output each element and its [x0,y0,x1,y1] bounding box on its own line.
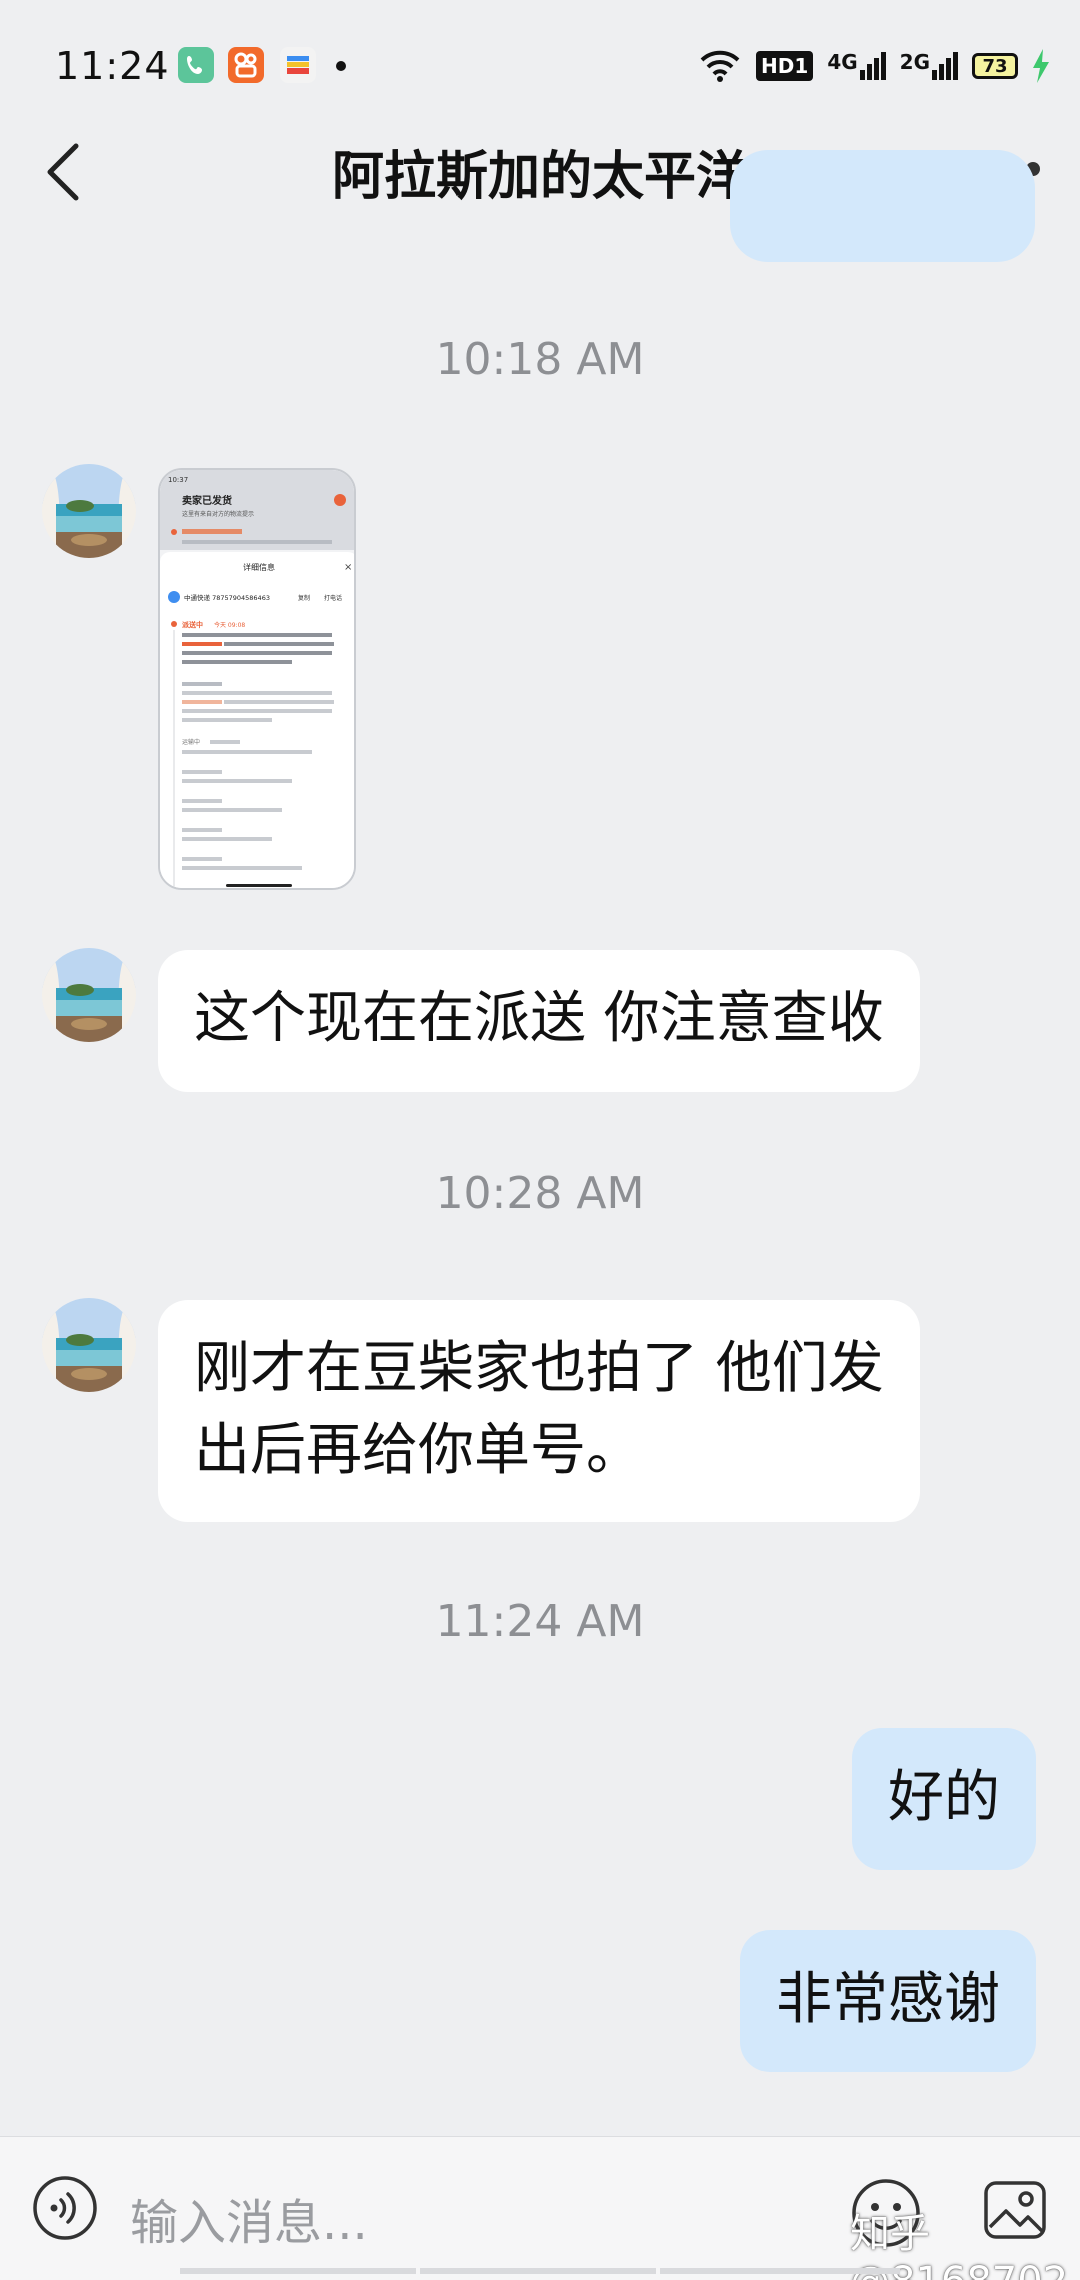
svg-text:×: × [344,562,352,573]
bottom-divider [180,2268,416,2274]
thumb-in-transit: 运输中 [182,738,200,746]
thumb-today-time: 今天 09:08 [214,621,245,629]
phone-app-icon [178,47,214,83]
battery-icon: 73 [972,53,1018,79]
message-input-bar: 输入消息... 知乎 @8168702 [0,2136,1080,2280]
thumb-status-sub: 这里有来自对方的物流提示 [182,510,254,518]
charging-icon [1033,49,1049,83]
thumb-call: 打电话 [324,594,342,602]
status-bar: 11:24 HD1 4G 2G 73 [0,0,1080,120]
thumb-delivering: 派送中 [182,620,203,629]
bottom-divider [420,2268,656,2274]
hd-badge: HD1 [756,51,814,81]
outgoing-message[interactable]: 非常感谢 [740,1930,1036,2072]
contact-avatar[interactable] [42,464,136,558]
message-text: 好的 [888,1765,1000,1830]
message-text-line: 刚才在豆柴家也拍了 他们发 [194,1336,884,1401]
message-text-line: 出后再给你单号。 [194,1418,642,1483]
signal-4g-icon: 4G [827,52,886,80]
message-timestamp: 11:24 AM [435,1596,645,1647]
thumb-status-title: 卖家已发货 [182,494,232,507]
message-timestamp: 10:28 AM [435,1168,645,1219]
message-timestamp: 10:18 AM [435,334,645,385]
wallet-app-icon [280,47,316,83]
incoming-message[interactable]: 这个现在在派送 你注意查收 [158,950,920,1092]
kuaishou-app-icon [228,47,264,83]
thumb-copy: 复制 [298,594,310,602]
status-time: 11:24 [55,44,170,88]
contact-avatar[interactable] [42,948,136,1042]
svg-text:10:37: 10:37 [168,476,188,484]
wifi-icon [700,50,740,82]
thumb-sheet-title: 详细信息 [243,562,275,572]
thumb-tracking: 中通快递 78757904586463 [184,593,270,602]
message-input[interactable]: 输入消息... [130,2183,368,2253]
message-text: 这个现在在派送 你注意查收 [194,986,884,1051]
signal-2g-icon: 2G [900,52,958,80]
voice-button[interactable] [32,2175,98,2241]
bottom-divider [660,2268,900,2274]
status-indicators: HD1 4G 2G 73 [698,44,1050,88]
contact-avatar[interactable] [42,1298,136,1392]
previous-outgoing-bubble[interactable] [730,150,1035,262]
incoming-message[interactable]: 刚才在豆柴家也拍了 他们发 出后再给你单号。 [158,1300,920,1522]
notification-dot-icon [336,61,346,71]
battery-level: 73 [982,55,1008,77]
message-text: 非常感谢 [776,1967,1000,2032]
outgoing-message[interactable]: 好的 [852,1728,1036,1870]
voice-icon [33,2176,97,2240]
image-message[interactable]: 10:37 卖家已发货 这里有来自对方的物流提示 详细信息 × 中通快递 787… [158,468,356,890]
